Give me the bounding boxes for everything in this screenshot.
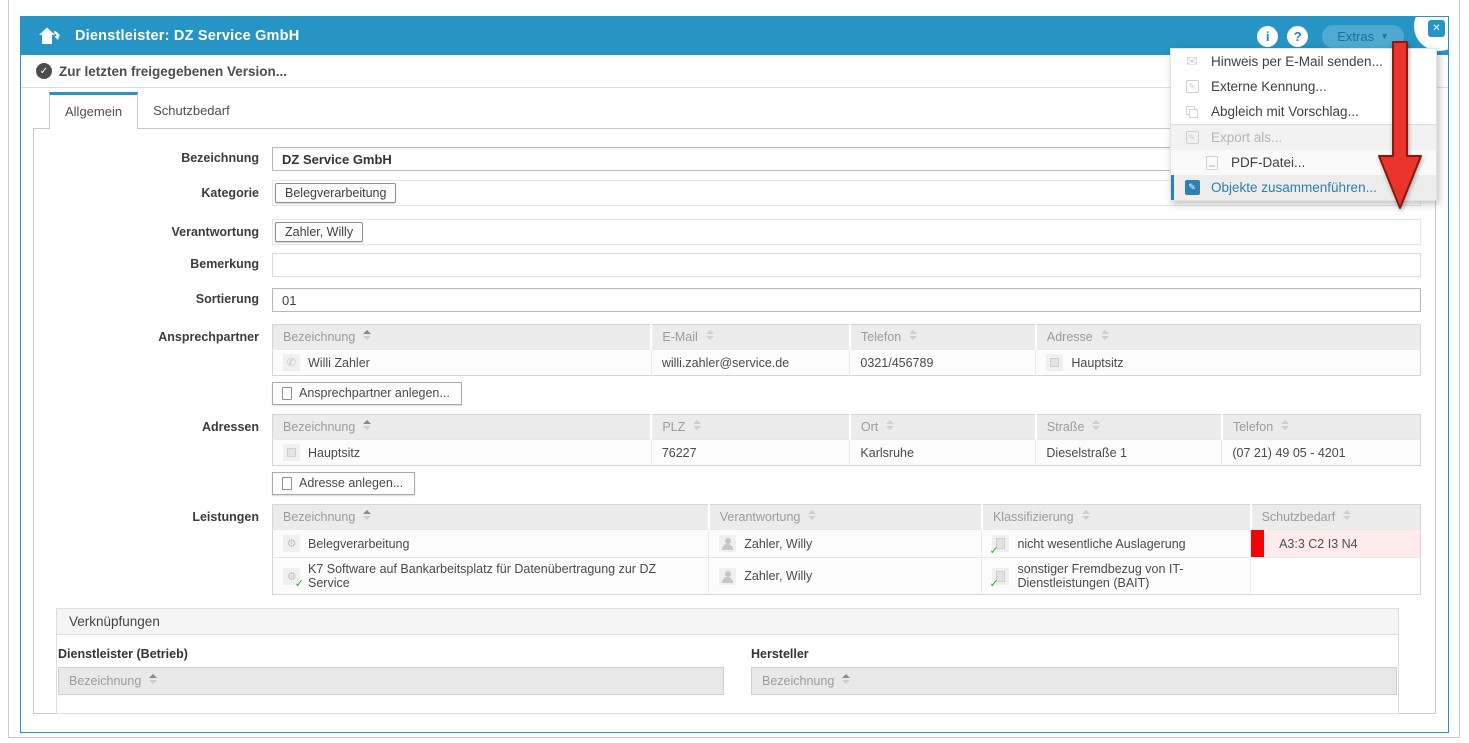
approved-check-icon: ✓ [36,63,52,79]
help-icon[interactable]: ? [1287,26,1308,47]
last-approved-version-link[interactable]: Zur letzten freigegebenen Version... [59,64,287,79]
verantwortung-chip[interactable]: Zahler, Willy [275,222,363,242]
ansprechpartner-label: Ansprechpartner [34,324,272,344]
bemerkung-label: Bemerkung [34,253,272,271]
extras-button-label: Extras [1337,29,1374,44]
classification-doc-icon: ✓ [992,535,1009,552]
adresse-anlegen-button[interactable]: Adresse anlegen... [272,472,415,495]
sort-icon [363,510,371,520]
verknuepfungen-section: Verknüpfungen Dienstleister (Betrieb) Be… [56,608,1399,714]
column-header-telefon[interactable]: Telefon [1222,415,1421,440]
verantwortung-field[interactable]: Zahler, Willy [272,219,1421,245]
person-icon [719,535,736,552]
green-check-icon: ✓ [989,544,998,557]
hersteller-label: Hersteller [751,647,1397,661]
sort-icon [693,420,701,430]
service-provider-house-icon [37,24,63,48]
tab-content-allgemein: Bezeichnung Kategorie Belegverarbeitung … [33,128,1436,714]
address-icon [1046,354,1063,371]
sort-icon [1343,510,1351,520]
tab-allgemein[interactable]: Allgemein [49,92,138,129]
sort-icon [363,420,371,430]
sortierung-input[interactable] [272,288,1421,312]
sort-icon [1101,330,1109,340]
column-header-bezeichnung[interactable]: Bezeichnung [273,505,709,530]
sort-icon [706,330,714,340]
new-document-icon [282,477,292,490]
adressen-table: Bezeichnung PLZ Ort Straße Telefon Haupt… [272,414,1421,466]
table-row[interactable]: ⚙Belegverarbeitung Zahler, Willy ✓nicht … [273,530,1421,558]
red-annotation-arrow [1372,40,1428,212]
dienstleister-betrieb-column-header[interactable]: Bezeichnung [58,667,724,695]
screen: Dienstleister: DZ Service GmbH i ? Extra… [0,0,1469,743]
column-header-schutzbedarf[interactable]: Schutzbedarf [1251,505,1421,530]
verantwortung-label: Verantwortung [34,219,272,239]
dialog-title: Dienstleister: DZ Service GmbH [75,28,1257,44]
service-gear-icon: ⚙✓ [283,568,300,585]
sort-icon [886,420,894,430]
sortierung-label: Sortierung [34,288,272,306]
column-header-plz[interactable]: PLZ [651,415,850,440]
sort-icon [1082,510,1090,520]
ansprechpartner-table: Bezeichnung E-Mail Telefon Adresse ✆Will… [272,324,1421,376]
ansprechpartner-anlegen-button[interactable]: Ansprechpartner anlegen... [272,382,462,405]
person-icon [719,568,736,585]
service-gear-icon: ⚙ [283,535,300,552]
classification-doc-icon: ✓ [992,568,1009,585]
table-row[interactable]: Hauptsitz 76227 Karlsruhe Dieselstraße 1… [273,440,1421,466]
column-header-ort[interactable]: Ort [850,415,1036,440]
column-header-email[interactable]: E-Mail [651,325,850,350]
table-row[interactable]: ✆Willi Zahler willi.zahler@service.de 03… [273,350,1421,376]
column-header-adresse[interactable]: Adresse [1036,325,1421,350]
dienstleister-betrieb-label: Dienstleister (Betrieb) [58,647,724,661]
sort-icon [808,510,816,520]
merge-edit-icon: ✎ [1183,180,1201,195]
verknuepfungen-title: Verknüpfungen [57,609,1398,635]
bezeichnung-label: Bezeichnung [34,147,272,165]
sort-icon [363,330,371,340]
sort-icon [149,674,157,684]
address-icon [283,444,300,461]
column-header-klassifizierung[interactable]: Klassifizierung [982,505,1251,530]
export-icon: ✎ [1183,131,1201,144]
green-check-icon: ✓ [295,577,304,590]
schutzbedarf-red-block [1251,530,1264,557]
schutzbedarf-badge: A3:3 C2 I3 N4 [1251,530,1420,557]
column-header-verantwortung[interactable]: Verantwortung [709,505,982,530]
column-header-bezeichnung[interactable]: Bezeichnung [273,325,652,350]
column-header-strasse[interactable]: Straße [1036,415,1222,440]
new-document-icon [282,387,292,400]
sort-icon [909,330,917,340]
info-icon[interactable]: i [1257,26,1278,47]
sort-icon [1281,420,1289,430]
column-header-telefon[interactable]: Telefon [850,325,1036,350]
sort-icon [842,674,850,684]
kategorie-label: Kategorie [34,180,272,200]
green-check-icon: ✓ [989,577,998,590]
copy-icon [1183,106,1201,118]
leistungen-label: Leistungen [34,504,272,524]
contact-icon: ✆ [283,354,300,371]
close-icon[interactable]: ✕ [1428,20,1445,37]
pdf-file-icon: ▬ [1203,156,1221,170]
edit-icon: ✎ [1183,80,1201,93]
tab-schutzbedarf[interactable]: Schutzbedarf [138,94,245,128]
sort-icon [1092,420,1100,430]
bemerkung-input[interactable] [272,253,1421,277]
adressen-label: Adressen [34,414,272,434]
leistungen-table: Bezeichnung Verantwortung Klassifizierun… [272,504,1421,595]
column-header-bezeichnung[interactable]: Bezeichnung [273,415,652,440]
hersteller-column-header[interactable]: Bezeichnung [751,667,1397,695]
mail-icon: ✉ [1183,53,1201,70]
table-row[interactable]: ⚙✓K7 Software auf Bankarbeitsplatz für D… [273,558,1421,595]
kategorie-chip[interactable]: Belegverarbeitung [275,183,396,203]
